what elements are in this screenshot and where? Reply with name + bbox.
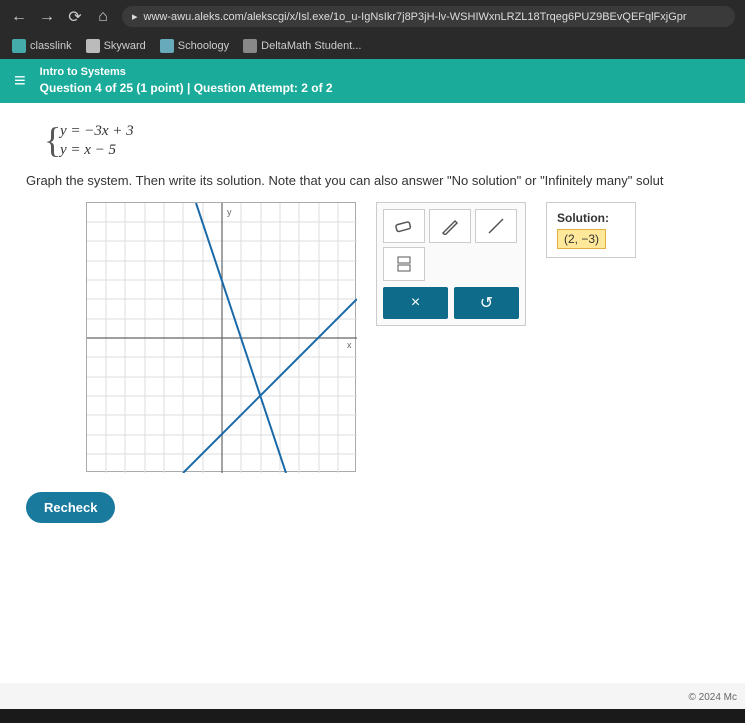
bookmark-schoology[interactable]: Schoology [160,39,229,53]
content-area: y = −3x + 3 y = x − 5 Graph the system. … [0,103,745,683]
back-icon[interactable]: ← [10,8,28,26]
line-tool[interactable] [475,209,517,243]
solution-value[interactable]: (2, −3) [557,229,606,249]
clear-button[interactable]: × [383,287,448,319]
copyright: © 2024 Mc [688,692,737,703]
bookmark-deltamath[interactable]: DeltaMath Student... [243,39,361,53]
bookmark-classlink[interactable]: classlink [12,39,72,53]
equation-2: y = x − 5 [60,142,719,159]
app-container: ≡ Intro to Systems Question 4 of 25 (1 p… [0,59,745,709]
pencil-tool[interactable] [429,209,471,243]
menu-icon[interactable]: ≡ [14,70,26,93]
browser-toolbar: ← → ⟳ ⌂ ▸ www-awu.aleks.com/alekscgi/x/I… [0,0,745,33]
url-bar[interactable]: ▸ www-awu.aleks.com/alekscgi/x/Isl.exe/1… [122,6,735,27]
eraser-tool[interactable] [383,209,425,243]
reset-button[interactable]: ↺ [454,287,519,319]
svg-text:y: y [227,207,232,217]
instruction-text: Graph the system. Then write its solutio… [26,173,719,188]
classlink-icon [12,39,26,53]
question-header: ≡ Intro to Systems Question 4 of 25 (1 p… [0,59,745,103]
equation-system: y = −3x + 3 y = x − 5 [44,123,719,159]
tool-palette: × ↺ [376,202,526,326]
lock-icon: ▸ [132,10,138,23]
home-icon[interactable]: ⌂ [94,8,112,26]
forward-icon[interactable]: → [38,8,56,26]
reload-icon[interactable]: ⟳ [66,7,84,27]
equation-1: y = −3x + 3 [60,123,719,140]
fraction-tool[interactable] [383,247,425,281]
graph-canvas[interactable]: y x [86,202,356,472]
solution-label: Solution: [557,211,625,225]
solution-box: Solution: (2, −3) [546,202,636,258]
bookmarks-bar: classlink Skyward Schoology DeltaMath St… [0,33,745,59]
url-text: www-awu.aleks.com/alekscgi/x/Isl.exe/1o_… [144,11,687,23]
schoology-icon [160,39,174,53]
skyward-icon [86,39,100,53]
topic-title: Intro to Systems [40,65,333,80]
question-line: Question 4 of 25 (1 point) | Question At… [40,80,333,97]
recheck-button[interactable]: Recheck [26,492,115,523]
svg-text:x: x [347,340,352,350]
bookmark-skyward[interactable]: Skyward [86,39,146,53]
deltamath-icon [243,39,257,53]
